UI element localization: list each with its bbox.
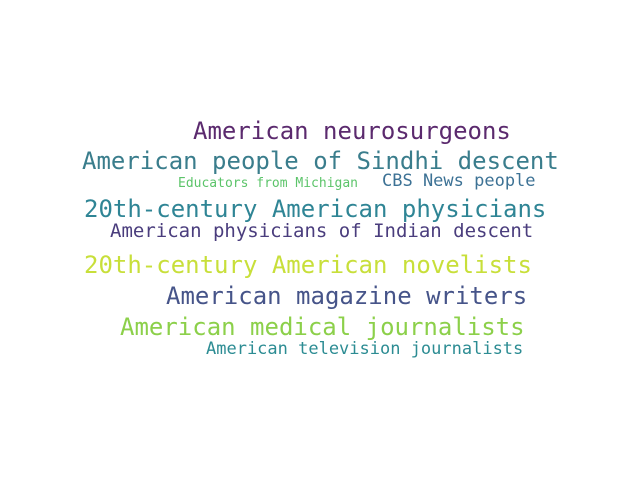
word-american-medical-journalists: American medical journalists [120,313,525,341]
word-american-television-journalists: American television journalists [206,339,524,359]
word-american-physicians-of-indian-descent: American physicians of Indian descent [110,220,534,242]
word-cloud: American neurosurgeons American people o… [0,0,640,480]
word-cbs-news-people: CBS News people [382,171,536,191]
word-20th-century-american-physicians: 20th-century American physicians [84,195,547,223]
word-american-people-of-sindhi-descent: American people of Sindhi descent [82,147,559,175]
word-20th-century-american-novelists: 20th-century American novelists [84,251,532,279]
word-educators-from-michigan: Educators from Michigan [178,176,359,191]
word-american-neurosurgeons: American neurosurgeons [193,117,511,145]
word-american-magazine-writers: American magazine writers [166,282,528,310]
